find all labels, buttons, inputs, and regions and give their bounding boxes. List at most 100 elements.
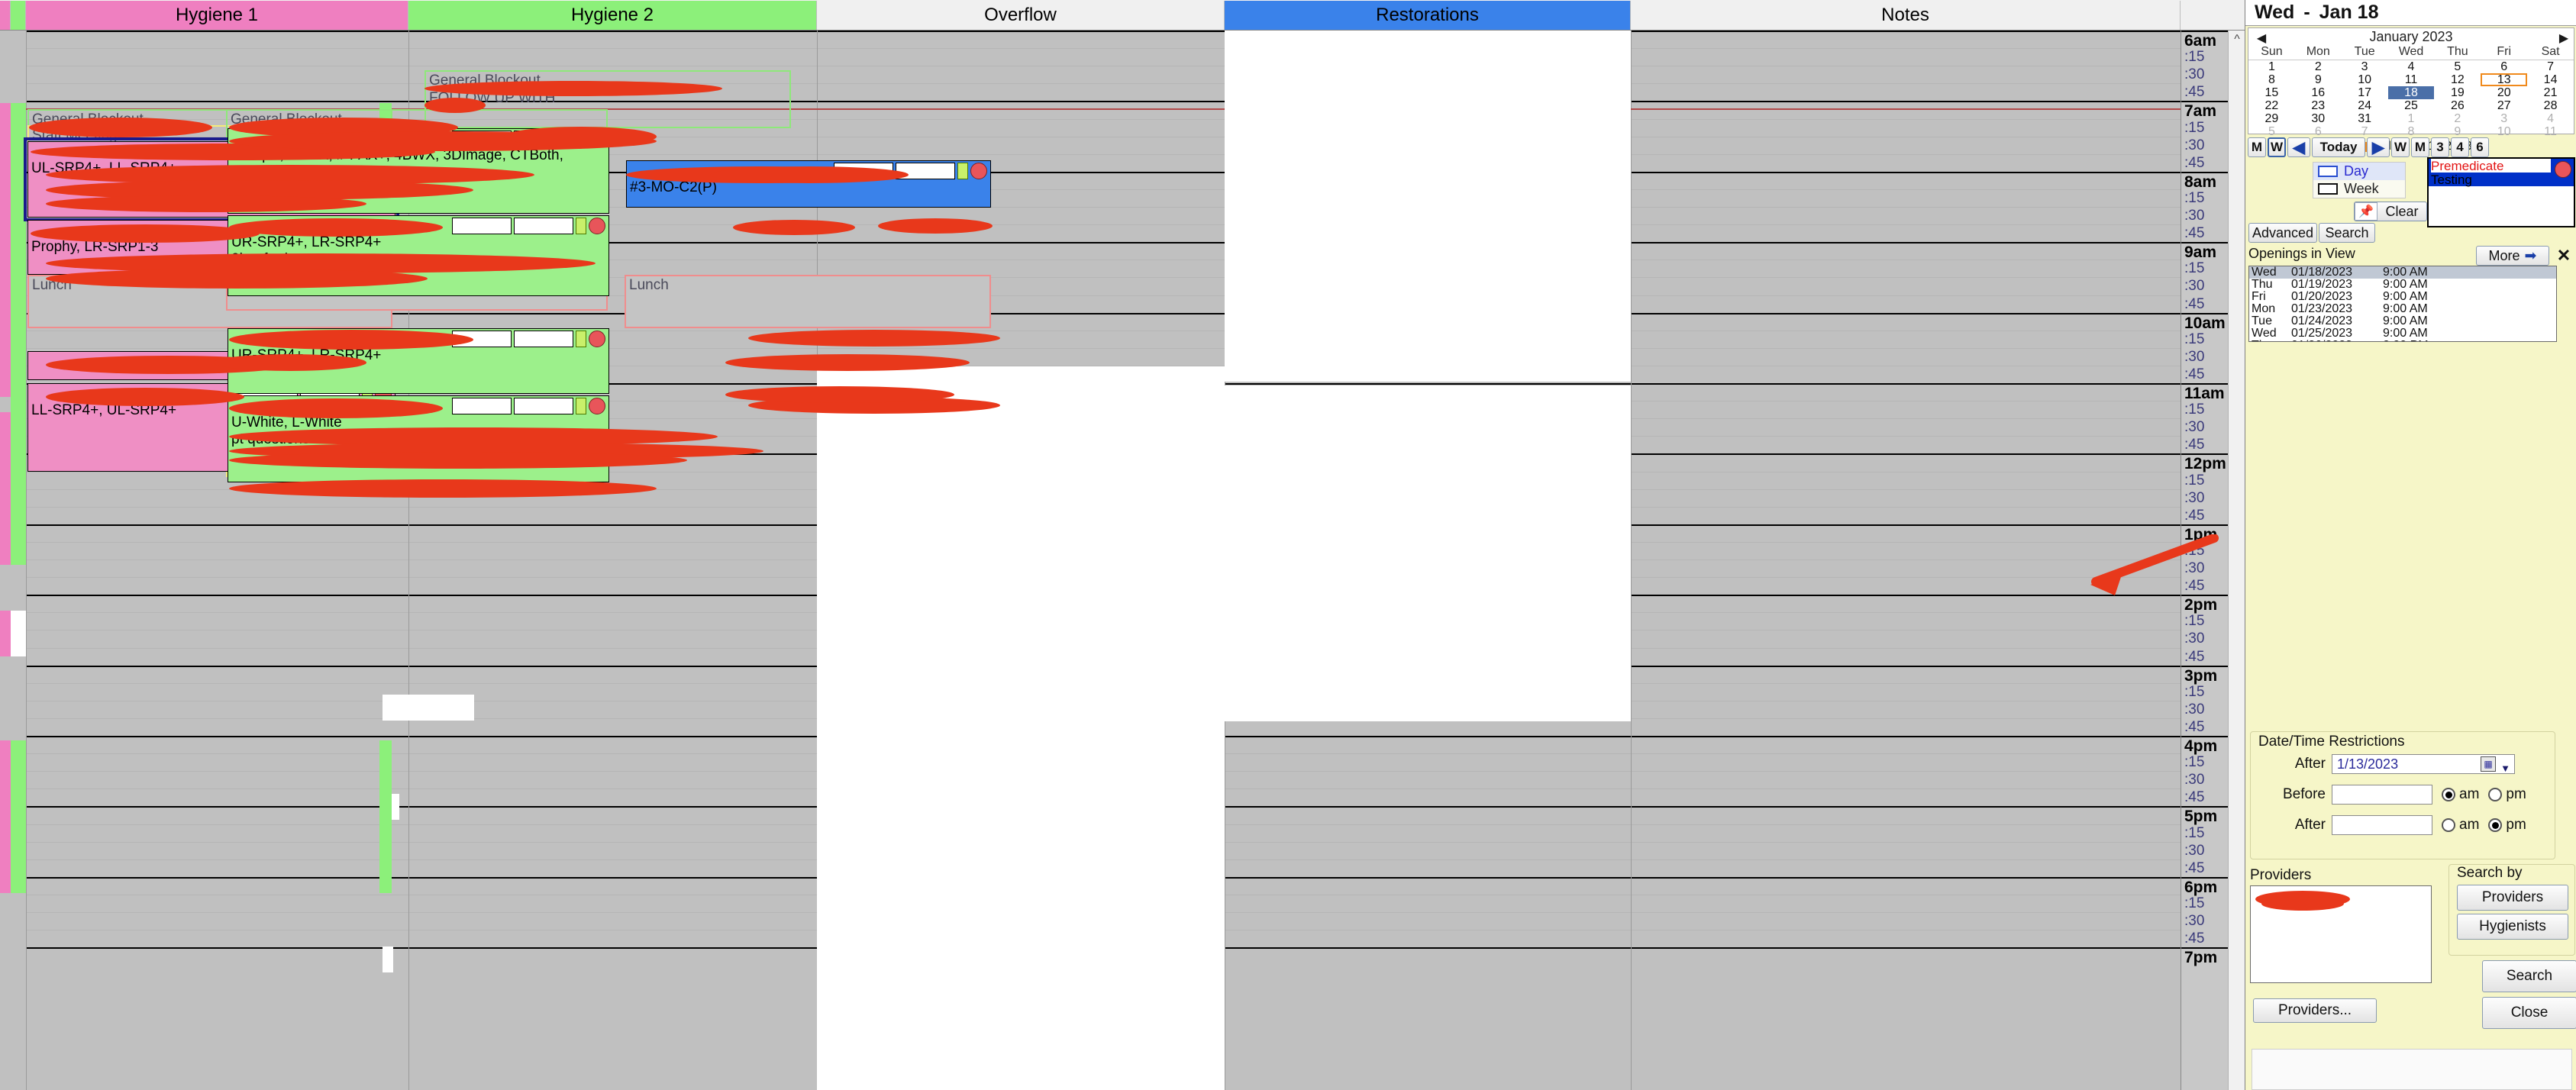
calendar-day-cell[interactable]: 10	[2342, 73, 2388, 86]
six-column-button[interactable]: 6	[2471, 137, 2489, 157]
more-openings-button[interactable]: More ➡	[2476, 246, 2549, 266]
opening-row[interactable]: Thu 01/19/2023 9:00 AM	[2249, 279, 2556, 291]
view-mode-day[interactable]: Day	[2313, 163, 2405, 180]
opening-row[interactable]: Wed 01/25/2023 9:00 AM	[2249, 327, 2556, 340]
column-header-restorations[interactable]: Restorations	[1225, 1, 1631, 30]
after-am-radio[interactable]	[2442, 818, 2455, 832]
column-header-notes[interactable]: Notes	[1631, 1, 2181, 30]
open-time-slot[interactable]	[817, 695, 1225, 1090]
opening-row[interactable]: Fri 01/20/2023 9:00 AM	[2249, 291, 2556, 303]
calendar-day-cell[interactable]: 28	[2527, 99, 2574, 112]
premedicate-list[interactable]: Premedicate Testing	[2427, 157, 2575, 227]
calendar-day-cell[interactable]: 2	[2434, 112, 2481, 125]
calendar-day-cell[interactable]: 11	[2388, 73, 2435, 86]
calendar-day-cell[interactable]: 20	[2481, 86, 2527, 99]
calendar-day-cell[interactable]: 17	[2342, 86, 2388, 99]
scroll-up-icon[interactable]: ^	[2231, 34, 2243, 46]
calendar-prev-icon[interactable]: ◀	[2255, 31, 2268, 46]
blockout-bo-ovf-general[interactable]: General Blockout FOLLOW UP WITH	[424, 70, 791, 128]
calendar-day-cell[interactable]: 22	[2248, 99, 2295, 112]
calendar-day-cell[interactable]: 16	[2295, 86, 2342, 99]
three-column-button[interactable]: 3	[2431, 137, 2449, 157]
calendar-day-cell[interactable]: 23	[2295, 99, 2342, 112]
week-back-button[interactable]: W	[2268, 137, 2286, 157]
four-column-button[interactable]: 4	[2451, 137, 2469, 157]
open-time-slot[interactable]	[1225, 385, 1631, 721]
calendar-day-cell[interactable]: 3	[2481, 112, 2527, 125]
calendar-day-cell[interactable]: 26	[2434, 99, 2481, 112]
calendar-picker-icon[interactable]: ▦	[2481, 756, 2496, 772]
calendar-day-cell[interactable]: 5	[2248, 125, 2295, 138]
close-button[interactable]: Close	[2482, 997, 2576, 1029]
vertical-scrollbar[interactable]: ^	[2228, 31, 2245, 1090]
calendar-day-cell[interactable]: 21	[2527, 86, 2574, 99]
calendar-day-cell[interactable]: 7	[2342, 125, 2388, 138]
calendar-day-cell[interactable]: 1	[2248, 60, 2295, 73]
calendar-day-cell[interactable]: 14	[2527, 73, 2574, 86]
clear-button[interactable]: 📌 Clear	[2354, 202, 2427, 221]
calendar-day-cell[interactable]: 11	[2527, 125, 2574, 138]
week-forward-button[interactable]: W	[2391, 137, 2410, 157]
search-by-providers-button[interactable]: Providers	[2457, 885, 2568, 911]
calendar-day-cell[interactable]: 10	[2481, 125, 2527, 138]
calendar-day-cell[interactable]: 25	[2388, 99, 2435, 112]
before-time-field[interactable]	[2332, 785, 2432, 805]
calendar-day-cell[interactable]: 13	[2481, 73, 2528, 86]
calendar-day-cell[interactable]: 18	[2387, 86, 2435, 99]
calendar-day-cell[interactable]: 9	[2434, 125, 2481, 138]
calendar-day-cell[interactable]: 5	[2434, 60, 2481, 73]
search-by-hygienists-button[interactable]: Hygienists	[2457, 914, 2568, 940]
calendar-day-cell[interactable]: 7	[2527, 60, 2574, 73]
calendar-day-cell[interactable]: 2	[2295, 60, 2342, 73]
search-button-top[interactable]: Search	[2319, 223, 2375, 243]
column-header-hygiene-1[interactable]: Hygiene 1	[26, 1, 408, 30]
calendar-day-cell[interactable]: 4	[2527, 112, 2574, 125]
view-mode-selector[interactable]: Day Week	[2313, 162, 2406, 198]
before-am-radio[interactable]	[2442, 788, 2455, 801]
view-mode-week[interactable]: Week	[2313, 180, 2405, 198]
calendar-next-icon[interactable]: ▶	[2557, 31, 2571, 46]
chevron-down-icon[interactable]: ▼	[2500, 759, 2510, 778]
calendar-day-cell[interactable]: 15	[2248, 86, 2295, 99]
providers-dialog-button[interactable]: Providers...	[2253, 998, 2377, 1023]
open-time-slot[interactable]	[383, 695, 474, 721]
after-time-field[interactable]	[2332, 815, 2432, 835]
opening-row[interactable]: Tue 01/24/2023 9:00 AM	[2249, 315, 2556, 327]
today-button[interactable]: Today	[2312, 137, 2365, 157]
calendar-day-cell[interactable]: 24	[2342, 99, 2388, 112]
month-forward-button[interactable]: M	[2411, 137, 2429, 157]
calendar-day-cell[interactable]: 27	[2481, 99, 2527, 112]
prev-day-button[interactable]: ◀	[2287, 137, 2310, 157]
calendar-day-cell[interactable]: 6	[2481, 60, 2527, 73]
opening-row[interactable]: Wed 01/18/2023 9:00 AM	[2249, 266, 2556, 279]
calendar-day-cell[interactable]: 1	[2388, 112, 2435, 125]
before-pm-radio[interactable]	[2488, 788, 2503, 801]
calendar-day-cell[interactable]: 19	[2434, 86, 2481, 99]
calendar-day-grid[interactable]: 1 2 3 4 5 6 7 8 9 10 11 12 13 14 15 16 17 18 19 20 21 22 23 24 2…	[2248, 60, 2574, 138]
next-day-button[interactable]: ▶	[2367, 137, 2390, 157]
calendar-day-cell[interactable]: 31	[2342, 112, 2388, 125]
calendar-day-cell[interactable]: 6	[2295, 125, 2342, 138]
providers-list[interactable]	[2250, 885, 2432, 983]
calendar-day-cell[interactable]: 12	[2434, 73, 2481, 86]
after-pm-radio[interactable]	[2488, 818, 2503, 832]
month-back-button[interactable]: M	[2248, 137, 2266, 157]
mini-calendar[interactable]: ◀ January 2023 ▶ Sun Mon Tue Wed Thu Fri Sat 1…	[2248, 27, 2574, 153]
calendar-day-cell[interactable]: 30	[2295, 112, 2342, 125]
calendar-day-cell[interactable]: 3	[2342, 60, 2388, 73]
open-time-slot[interactable]	[1225, 31, 1631, 382]
close-openings-icon[interactable]: ✕	[2554, 246, 2574, 266]
calendar-day-cell[interactable]: 8	[2388, 125, 2435, 138]
calendar-day-cell[interactable]: 8	[2248, 73, 2295, 86]
openings-list[interactable]: Wed 01/18/2023 9:00 AM Thu 01/19/2023 9:00 AM…	[2248, 266, 2557, 342]
calendar-nav-button-row[interactable]: M W ◀ Today ▶ W M 3 4 6	[2248, 137, 2574, 157]
blockout-bo-rest-lunch[interactable]: Lunch	[625, 275, 991, 328]
premedicate-selected-item[interactable]: Premedicate Testing	[2429, 159, 2574, 187]
opening-row[interactable]: Mon 01/23/2023 9:00 AM	[2249, 303, 2556, 315]
advanced-button[interactable]: Advanced	[2248, 223, 2317, 243]
search-button[interactable]: Search	[2482, 960, 2576, 992]
after-date-field[interactable]: 1/13/2023 ▦ ▼	[2332, 754, 2515, 774]
calendar-day-cell[interactable]: 29	[2248, 112, 2295, 125]
calendar-day-cell[interactable]: 4	[2388, 60, 2435, 73]
calendar-day-cell[interactable]: 9	[2295, 73, 2342, 86]
